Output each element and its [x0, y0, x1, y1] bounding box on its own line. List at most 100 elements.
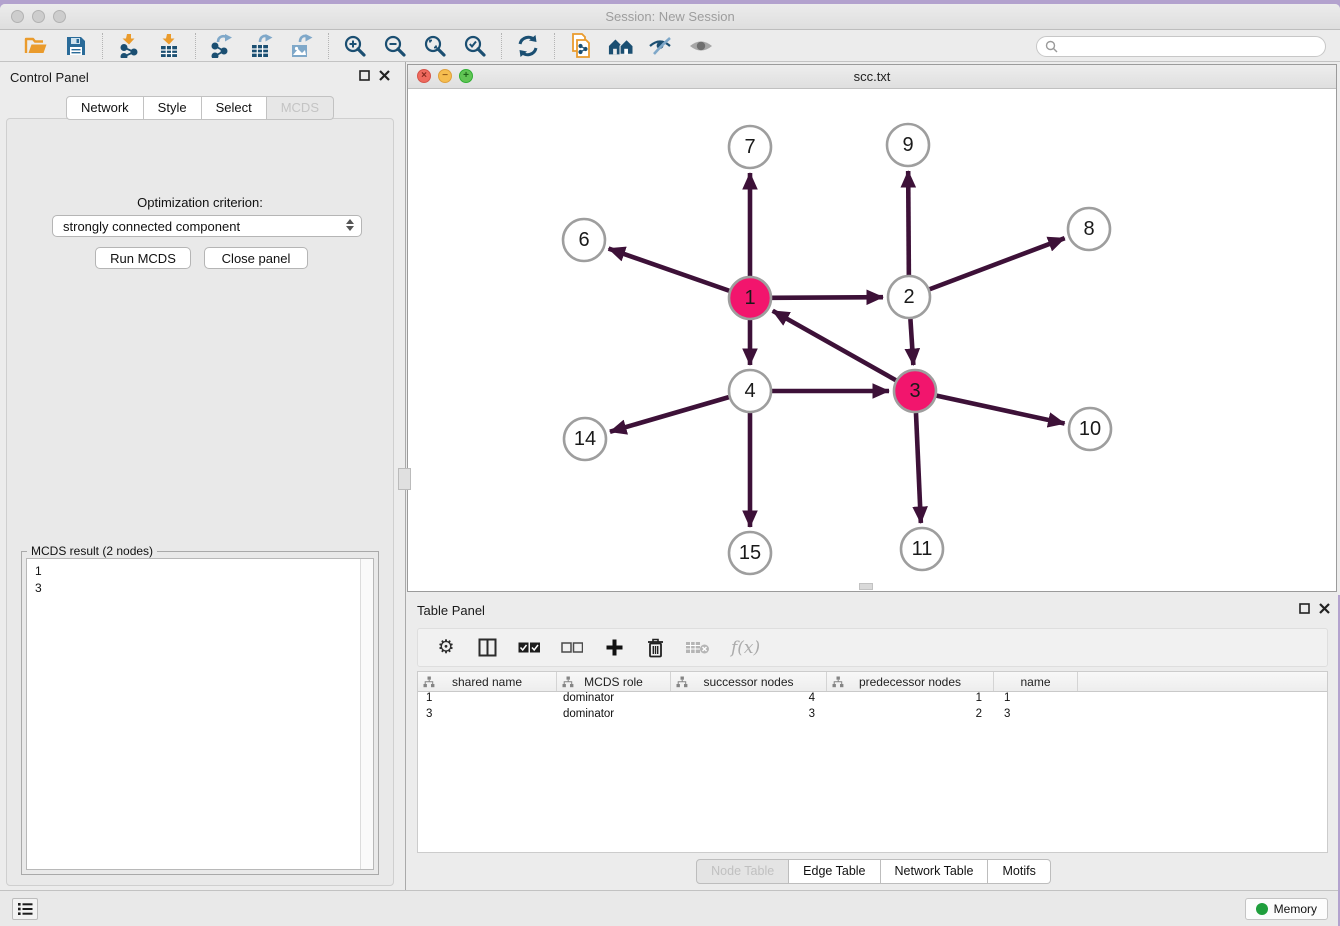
function-builder-button[interactable]: f(x)	[731, 638, 760, 658]
control-panel-title: Control Panel	[10, 70, 89, 85]
tab-network[interactable]: Network	[66, 96, 144, 120]
graph-edge-2-8[interactable]	[930, 238, 1065, 289]
cell-shared-name[interactable]: 1	[418, 692, 557, 708]
import-network-button[interactable]	[116, 33, 142, 59]
graph-node-6[interactable]: 6	[563, 219, 605, 261]
export-table-icon	[250, 34, 274, 58]
zoom-out-button[interactable]	[382, 33, 408, 59]
cell-successor-nodes[interactable]: 4	[671, 692, 827, 708]
graph-node-15[interactable]: 15	[729, 532, 771, 574]
graph-edge-2-3[interactable]	[910, 319, 913, 365]
optimization-criterion-select[interactable]: strongly connected component	[52, 215, 362, 237]
graph-edge-3-1[interactable]	[773, 311, 896, 380]
task-history-button[interactable]	[12, 898, 38, 920]
memory-button[interactable]: Memory	[1245, 898, 1328, 920]
select-stepper-icon	[346, 219, 354, 231]
tab-motifs[interactable]: Motifs	[988, 859, 1050, 884]
table-panel-title: Table Panel	[417, 603, 485, 618]
save-disk-icon	[65, 35, 87, 57]
cell-name[interactable]: 1	[994, 692, 1078, 708]
column-header-predecessor-nodes[interactable]: predecessor nodes	[827, 672, 994, 691]
tab-mcds[interactable]: MCDS	[267, 96, 334, 120]
cell-successor-nodes[interactable]: 3	[671, 708, 827, 724]
unchecked-boxes-icon	[561, 642, 583, 653]
horizontal-splitter-handle[interactable]	[859, 583, 873, 590]
graph-edge-2-9[interactable]	[908, 171, 909, 275]
mcds-result-textarea[interactable]: 1 3	[26, 558, 374, 870]
cell-mcds-role[interactable]: dominator	[557, 692, 671, 708]
graph-node-14[interactable]: 14	[564, 418, 606, 460]
cell-predecessor-nodes[interactable]: 2	[827, 708, 994, 724]
delete-table-button[interactable]	[686, 640, 710, 655]
home-button[interactable]	[608, 33, 634, 59]
run-mcds-button[interactable]: Run MCDS	[95, 247, 191, 269]
tab-select[interactable]: Select	[202, 96, 267, 120]
hide-selected-button[interactable]	[648, 33, 674, 59]
search-input[interactable]	[1063, 39, 1317, 53]
zoom-selected-button[interactable]	[462, 33, 488, 59]
search-field[interactable]	[1036, 36, 1326, 57]
zoom-fit-button[interactable]	[422, 33, 448, 59]
close-panel-button[interactable]: Close panel	[204, 247, 308, 269]
cell-name[interactable]: 3	[994, 708, 1078, 724]
zoom-in-button[interactable]	[342, 33, 368, 59]
graph-edge-1-2[interactable]	[772, 297, 883, 298]
tab-style[interactable]: Style	[144, 96, 202, 120]
graph-node-2[interactable]: 2	[888, 276, 930, 318]
delete-columns-button[interactable]	[645, 638, 665, 658]
float-panel-icon[interactable]	[359, 70, 370, 81]
graph-node-10[interactable]: 10	[1069, 408, 1111, 450]
table-settings-button[interactable]: ⚙	[436, 638, 456, 657]
network-view-window: × − + scc.txt 7 9 6 8 1 2 4 3 14 10 15 11	[407, 64, 1337, 592]
export-image-button[interactable]	[289, 33, 315, 59]
show-columns-button[interactable]	[477, 638, 497, 657]
graph-node-11[interactable]: 11	[901, 528, 943, 570]
network-graph[interactable]: 7 9 6 8 1 2 4 3 14 10 15 11	[408, 89, 1336, 592]
graph-edge-4-14[interactable]	[610, 397, 729, 432]
deselect-all-columns-button[interactable]	[561, 642, 583, 653]
export-table-button[interactable]	[249, 33, 275, 59]
graph-edge-3-11[interactable]	[916, 413, 921, 523]
duplicate-network-button[interactable]	[568, 33, 594, 59]
graph-node-7[interactable]: 7	[729, 126, 771, 168]
select-all-columns-button[interactable]	[518, 642, 540, 653]
graph-node-label: 1	[744, 287, 755, 309]
graph-node-4[interactable]: 4	[729, 370, 771, 412]
float-panel-icon[interactable]	[1299, 603, 1310, 614]
column-header-successor-nodes[interactable]: successor nodes	[671, 672, 827, 691]
tab-node-table[interactable]: Node Table	[696, 859, 789, 884]
column-header-shared-name[interactable]: shared name	[418, 672, 557, 691]
apply-layout-button[interactable]	[515, 33, 541, 59]
column-header-name[interactable]: name	[994, 672, 1078, 691]
network-window-titlebar: × − + scc.txt	[408, 65, 1336, 89]
graph-edge-3-10[interactable]	[936, 396, 1064, 424]
cell-predecessor-nodes[interactable]: 1	[827, 692, 994, 708]
table-header-row: shared name MCDS role	[418, 672, 1327, 692]
table-row[interactable]: 1 dominator 4 1 1	[418, 692, 1327, 708]
graph-node-9[interactable]: 9	[887, 124, 929, 166]
export-network-button[interactable]	[209, 33, 235, 59]
graph-node-label: 9	[902, 134, 913, 156]
graph-node-8[interactable]: 8	[1068, 208, 1110, 250]
graph-node-label: 3	[909, 380, 920, 402]
network-canvas[interactable]: 7 9 6 8 1 2 4 3 14 10 15 11	[408, 89, 1336, 591]
show-all-button[interactable]	[688, 33, 714, 59]
tab-network-table[interactable]: Network Table	[881, 859, 989, 884]
close-panel-icon[interactable]	[379, 70, 390, 81]
vertical-splitter-handle[interactable]	[398, 468, 411, 490]
result-scrollbar[interactable]	[360, 559, 373, 869]
tab-edge-table[interactable]: Edge Table	[789, 859, 880, 884]
graph-node-3[interactable]: 3	[894, 370, 936, 412]
add-column-button[interactable]	[604, 638, 624, 657]
close-panel-icon[interactable]	[1319, 603, 1330, 614]
import-table-button[interactable]	[156, 33, 182, 59]
column-header-mcds-role[interactable]: MCDS role	[557, 672, 671, 691]
graph-edge-1-6[interactable]	[609, 249, 730, 291]
cell-shared-name[interactable]: 3	[418, 708, 557, 724]
graph-node-1[interactable]: 1	[729, 277, 771, 319]
table-row[interactable]: 3 dominator 3 2 3	[418, 708, 1327, 724]
cell-mcds-role[interactable]: dominator	[557, 708, 671, 724]
save-session-button[interactable]	[63, 33, 89, 59]
open-session-button[interactable]	[23, 33, 49, 59]
refresh-icon	[516, 34, 540, 58]
